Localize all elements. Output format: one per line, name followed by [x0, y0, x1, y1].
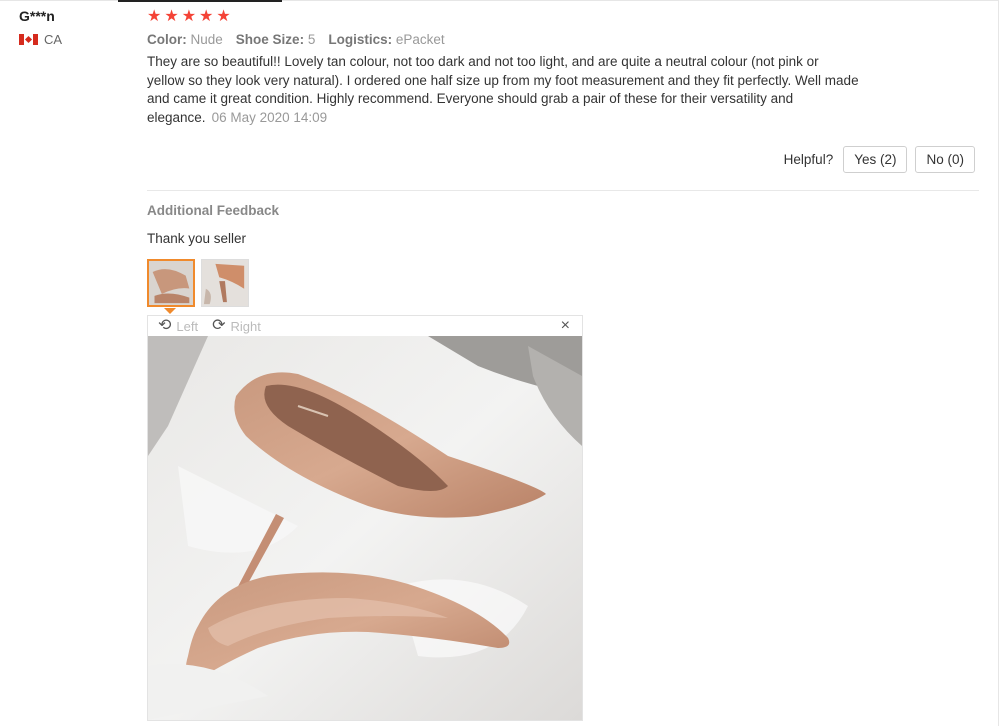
product-photo	[148, 336, 582, 720]
star-icon: ★	[181, 8, 197, 25]
rotate-right-label: Right	[230, 318, 261, 334]
star-icon: ★	[199, 8, 214, 25]
helpful-label: Helpful?	[783, 152, 834, 167]
photo-viewer: ⟲ Left ⟳ Right ×	[147, 315, 583, 721]
review-body: ★ ★ ★ ★ ★ Color: Nude Shoe Size: 5 Logis…	[147, 8, 977, 127]
rotate-left-button[interactable]: ⟲ Left	[158, 318, 198, 334]
helpful-yes-button[interactable]: Yes (2)	[843, 146, 908, 173]
divider	[147, 190, 979, 191]
additional-feedback-text: Thank you seller	[147, 231, 247, 246]
review-text: They are so beautiful!! Lovely tan colou…	[147, 53, 859, 127]
photo-thumbnail-1[interactable]	[147, 259, 195, 307]
reviewer-country: CA	[19, 32, 129, 47]
helpful-no-button[interactable]: No (0)	[915, 146, 975, 173]
helpful-vote: Helpful? Yes (2) No (0)	[784, 146, 975, 173]
country-code: CA	[44, 32, 63, 47]
star-icon: ★	[147, 8, 162, 25]
rotate-right-icon: ⟳	[212, 317, 226, 334]
rotate-left-label: Left	[176, 318, 199, 334]
thumbnail-selected-indicator	[164, 308, 176, 314]
meta-color: Color: Nude	[147, 32, 223, 47]
rotate-right-button[interactable]: ⟳ Right	[212, 318, 261, 334]
photo-thumbnails	[147, 259, 249, 307]
meta-logistics: Logistics: ePacket	[328, 32, 445, 47]
active-tab-indicator	[118, 0, 282, 2]
reviewer-name: G***n	[19, 8, 55, 24]
canada-flag-icon	[19, 34, 38, 45]
review-date: 06 May 2020 14:09	[211, 109, 328, 125]
viewer-toolbar: ⟲ Left ⟳ Right ×	[148, 316, 582, 336]
star-icon: ★	[164, 8, 179, 25]
reviewer-info: G***n CA	[19, 8, 129, 47]
star-rating: ★ ★ ★ ★ ★	[147, 8, 977, 26]
rotate-left-icon: ⟲	[158, 317, 172, 334]
photo-thumbnail-2[interactable]	[201, 259, 249, 307]
order-meta: Color: Nude Shoe Size: 5 Logistics: ePac…	[147, 32, 977, 47]
star-icon: ★	[216, 8, 231, 25]
close-icon[interactable]: ×	[561, 317, 570, 335]
additional-feedback-title: Additional Feedback	[147, 203, 280, 218]
meta-shoe-size: Shoe Size: 5	[235, 32, 316, 47]
